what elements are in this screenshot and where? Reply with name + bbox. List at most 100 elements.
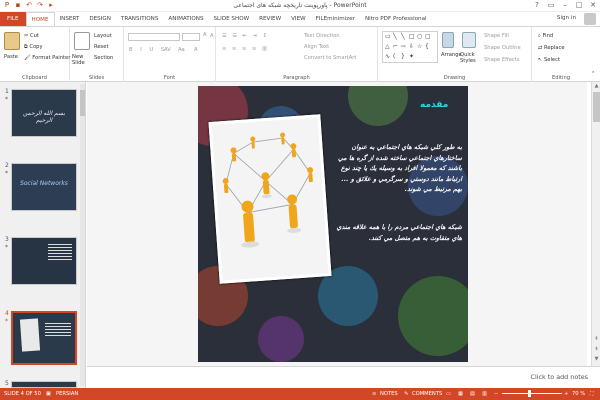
minimize-icon[interactable]: – — [558, 0, 572, 11]
slide-thumbnail-3[interactable] — [11, 237, 77, 285]
cut-button[interactable]: ✂ Cut — [24, 33, 39, 39]
close-icon[interactable]: ✕ — [586, 0, 600, 11]
slideshow-view-icon[interactable]: ▥ — [482, 391, 487, 397]
network-people-picture[interactable] — [208, 114, 332, 284]
reset-button[interactable]: Reset — [94, 44, 109, 50]
notes-button[interactable]: NOTES — [380, 391, 398, 397]
ribbon-display-icon[interactable]: ▭ — [544, 0, 558, 11]
spell-check-icon[interactable]: ▣ — [46, 391, 51, 397]
star-shape-icon-2[interactable]: ✦ — [409, 53, 414, 60]
star-shape-icon[interactable]: ☆ — [417, 43, 422, 50]
language-indicator[interactable]: PERSIAN — [56, 391, 78, 397]
collapse-ribbon-icon[interactable]: ⌃ — [591, 71, 595, 77]
change-case-icon[interactable]: Aa — [178, 47, 185, 53]
shape-effects-button[interactable]: Shape Effects — [484, 57, 520, 63]
slide-paragraph-1[interactable]: به طور كلي شبكه هاي اجتماعي به عنوان ساخ… — [336, 142, 462, 195]
font-name-combo[interactable] — [128, 33, 180, 41]
oval-shape-icon[interactable]: ○ — [417, 33, 422, 40]
arrange-icon[interactable] — [442, 32, 454, 48]
tab-insert[interactable]: INSERT — [55, 12, 85, 26]
curve-shape-icon[interactable]: ∿ — [385, 53, 390, 60]
tab-nitro-pdf[interactable]: Nitro PDF Professional — [360, 12, 432, 26]
notes-icon[interactable]: ≡ — [372, 391, 376, 397]
avatar[interactable] — [584, 13, 596, 25]
shape-fill-button[interactable]: Shape Fill — [484, 33, 509, 39]
zoom-slider-thumb[interactable] — [528, 390, 531, 397]
maximize-icon[interactable]: □ — [572, 0, 586, 11]
shapes-gallery[interactable]: ▭ ╲ ╲ □ ○ ▢ △ ⌐ ⇨ ⇩ ☆ { ∿ ( } ✦ — [382, 31, 438, 63]
tab-design[interactable]: DESIGN — [84, 12, 116, 26]
zoom-in-icon[interactable]: + — [564, 391, 568, 397]
shape-outline-button[interactable]: Shape Outline — [484, 45, 521, 51]
zoom-level[interactable]: 70 % — [572, 391, 585, 397]
fit-to-window-icon[interactable]: ⛶ — [590, 391, 594, 398]
right-arrow-shape-icon[interactable]: ⇨ — [401, 43, 406, 50]
font-color-icon[interactable]: A — [194, 47, 198, 53]
tab-fileminimizer[interactable]: FILEminimizer — [311, 12, 360, 26]
arrange-button[interactable]: Arrange — [441, 52, 462, 58]
thumbnail-scroll-thumb[interactable] — [80, 90, 85, 116]
down-arrow-shape-icon[interactable]: ⇩ — [409, 43, 414, 50]
shrink-font-icon[interactable]: A — [210, 33, 214, 39]
rectangle-shape-icon[interactable]: □ — [409, 33, 415, 40]
char-spacing-icon[interactable]: AV — [164, 47, 171, 53]
tab-view[interactable]: VIEW — [286, 12, 311, 26]
text-box-shape-icon[interactable]: ▭ — [385, 33, 391, 40]
replace-button[interactable]: ⇄ Replace — [538, 45, 565, 51]
triangle-shape-icon[interactable]: △ — [385, 43, 390, 50]
comments-icon[interactable]: ✎ — [404, 391, 408, 397]
copy-button[interactable]: ⧉ Copy — [24, 44, 43, 51]
reading-view-icon[interactable]: ▤ — [470, 391, 475, 397]
scroll-down-icon[interactable]: ▼ — [592, 356, 600, 362]
rounded-rect-shape-icon[interactable]: ▢ — [425, 33, 431, 40]
align-icons[interactable]: ≡ ≡ ≡ ≡ ▥ — [222, 46, 269, 52]
slide-thumbnail-1[interactable]: بسم الله الرحمن الرحيم — [11, 89, 77, 137]
slide-scroll-thumb[interactable] — [593, 92, 600, 122]
slide-sorter-icon[interactable]: ▦ — [458, 391, 463, 397]
new-slide-icon[interactable] — [74, 32, 90, 50]
tab-transitions[interactable]: TRANSITIONS — [116, 12, 164, 26]
new-slide-button[interactable]: New Slide — [72, 54, 94, 66]
brace-shape-icon[interactable]: { — [425, 43, 429, 50]
section-button[interactable]: Section — [94, 55, 113, 61]
line-shape-icon-2[interactable]: ╲ — [401, 33, 405, 40]
slide-thumbnail-4[interactable] — [11, 311, 77, 365]
slide-thumbnail-2[interactable]: Social Networks — [11, 163, 77, 211]
paste-button[interactable]: Paste — [4, 54, 18, 60]
notes-pane[interactable]: Click to add notes — [87, 366, 600, 388]
slide-thumbnail-5[interactable] — [11, 381, 77, 388]
comments-button[interactable]: COMMENTS — [412, 391, 442, 397]
corner-shape-icon[interactable]: ⌐ — [393, 43, 398, 50]
slide-heading[interactable]: مقدمه — [420, 100, 448, 110]
quick-styles-button[interactable]: Quick Styles — [460, 52, 482, 64]
format-painter-button[interactable]: 🖌 Format Painter — [24, 55, 70, 61]
tab-file[interactable]: FILE — [0, 12, 26, 26]
next-slide-icon[interactable]: ⇟ — [592, 346, 600, 352]
convert-smartart-button[interactable]: Convert to SmartArt — [304, 55, 356, 61]
select-button[interactable]: ↖ Select — [538, 57, 560, 63]
find-button[interactable]: ⌕ Find — [538, 33, 553, 40]
layout-button[interactable]: Layout — [94, 33, 112, 39]
text-direction-button[interactable]: Text Direction — [304, 33, 340, 39]
brace-shape-icon-2[interactable]: } — [401, 53, 405, 60]
list-icons[interactable]: ☰ ☰ ⇤ ⇥ ↕ — [222, 33, 269, 39]
zoom-out-icon[interactable]: − — [494, 391, 498, 397]
grow-font-icon[interactable]: A — [203, 32, 207, 38]
tab-review[interactable]: REVIEW — [254, 12, 286, 26]
notes-placeholder[interactable]: Click to add notes — [531, 373, 589, 381]
font-format-icons[interactable]: B I U S — [129, 47, 167, 53]
paste-icon[interactable] — [4, 32, 20, 50]
slide-paragraph-2[interactable]: شبكه هاي اجتماعي مردم را با همه علاقه من… — [332, 222, 462, 243]
tab-home[interactable]: HOME — [25, 12, 55, 26]
font-size-combo[interactable] — [182, 33, 200, 41]
quick-styles-icon[interactable] — [462, 32, 476, 48]
thumbnail-scrollbar[interactable] — [80, 84, 85, 386]
zoom-slider[interactable] — [502, 393, 562, 394]
bracket-shape-icon[interactable]: ( — [393, 53, 395, 60]
sign-in-link[interactable]: Sign in — [557, 15, 576, 21]
tab-animations[interactable]: ANIMATIONS — [163, 12, 208, 26]
scroll-up-icon[interactable]: ▲ — [592, 83, 600, 89]
align-text-button[interactable]: Align Text — [304, 44, 329, 50]
line-shape-icon[interactable]: ╲ — [393, 33, 397, 40]
slide-scrollbar[interactable]: ▲ ⇞ ⇟ ▼ — [591, 82, 600, 366]
